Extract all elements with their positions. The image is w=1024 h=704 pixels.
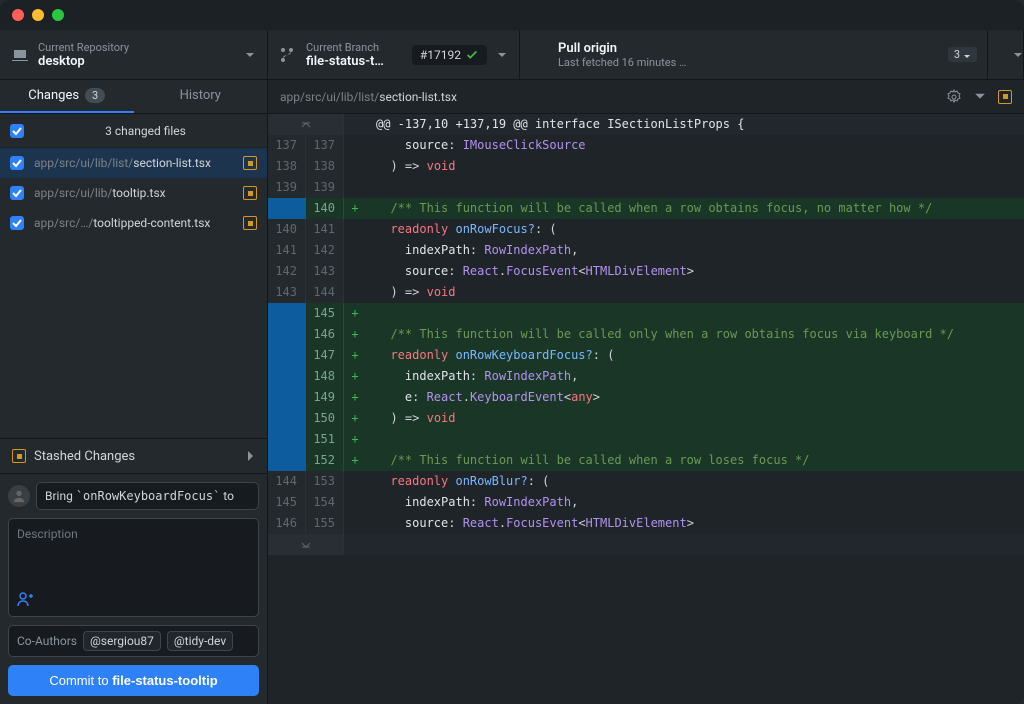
- tab-changes[interactable]: Changes 3: [0, 80, 134, 113]
- diff-line[interactable]: 145154 indexPath: RowIndexPath,: [268, 492, 1024, 513]
- file-path: app/src/…/tooltipped-content.tsx: [34, 216, 237, 230]
- diff-line[interactable]: 147+ readonly onRowKeyboardFocus?: (: [268, 345, 1024, 366]
- select-all-checkbox[interactable]: [10, 124, 24, 138]
- window-close-icon[interactable]: [12, 9, 24, 21]
- titlebar[interactable]: [0, 0, 1024, 30]
- file-row[interactable]: app/src/ui/lib/tooltip.tsx: [0, 178, 267, 208]
- branch-name: file-status-t…: [306, 54, 402, 69]
- fetch-label: Pull origin: [558, 41, 938, 56]
- diff-line[interactable]: 143144 ) => void: [268, 282, 1024, 303]
- files-header: 3 changed files: [0, 114, 267, 148]
- diff-line[interactable]: 137137 source: IMouseClickSource: [268, 135, 1024, 156]
- stashed-label: Stashed Changes: [34, 449, 135, 464]
- check-icon: [465, 48, 479, 62]
- arrow-down-icon: [963, 51, 971, 59]
- tab-history[interactable]: History: [134, 80, 268, 113]
- pr-number: #17192: [420, 48, 461, 62]
- files-count-label: 3 changed files: [34, 124, 257, 138]
- file-checkbox[interactable]: [10, 216, 24, 230]
- commit-button[interactable]: Commit to file-status-tooltip: [8, 665, 259, 696]
- fetch-button[interactable]: Pull origin Last fetched 16 minutes … 3: [520, 30, 1024, 79]
- expand-up-icon[interactable]: [268, 114, 344, 135]
- diff-line[interactable]: 139139: [268, 177, 1024, 198]
- diff-line[interactable]: 141142 indexPath: RowIndexPath,: [268, 240, 1024, 261]
- diff-line[interactable]: 144153 readonly onRowBlur?: (: [268, 471, 1024, 492]
- diff-line[interactable]: 152+ /** This function will be called wh…: [268, 450, 1024, 471]
- git-branch-icon: [280, 47, 296, 63]
- repo-label: Current Repository: [38, 41, 235, 54]
- modified-status-icon: [243, 156, 257, 170]
- fetch-sub: Last fetched 16 minutes …: [558, 56, 938, 69]
- commit-form: Bring `onRowKeyboardFocus` to Descriptio…: [0, 474, 267, 704]
- diff-line[interactable]: 140141 readonly onRowFocus?: (: [268, 219, 1024, 240]
- user-icon: [12, 489, 26, 503]
- window-minimize-icon[interactable]: [32, 9, 44, 21]
- diff-line[interactable]: 150+ ) => void: [268, 408, 1024, 429]
- repo-dropdown[interactable]: Current Repository desktop: [0, 30, 268, 79]
- modified-status-icon: [243, 216, 257, 230]
- stashed-changes[interactable]: Stashed Changes: [0, 438, 267, 474]
- diff-line[interactable]: 146+ /** This function will be called on…: [268, 324, 1024, 345]
- modified-status-icon: [998, 90, 1012, 104]
- file-list: app/src/ui/lib/list/section-list.tsx app/…: [0, 148, 267, 238]
- coauthor-handle[interactable]: @tidy-dev: [167, 631, 233, 651]
- file-row[interactable]: app/src/…/tooltipped-content.tsx: [0, 208, 267, 238]
- diff-view[interactable]: @@ -137,10 +137,19 @@ interface ISection…: [268, 114, 1024, 704]
- toolbar: Current Repository desktop Current Branc…: [0, 30, 1024, 80]
- chevron-right-icon: [245, 450, 255, 462]
- tab-changes-count: 3: [85, 88, 105, 103]
- chevron-down-icon: [497, 50, 507, 60]
- pull-down-icon: [532, 47, 548, 63]
- tab-history-label: History: [180, 88, 221, 103]
- fetch-dropdown[interactable]: [987, 30, 1023, 79]
- diff-line[interactable]: 151+: [268, 429, 1024, 450]
- file-row[interactable]: app/src/ui/lib/list/section-list.tsx: [0, 148, 267, 178]
- expand-down-icon[interactable]: [268, 534, 344, 555]
- file-header-dir: app/src/ui/lib/list/: [280, 90, 379, 104]
- sidebar: Changes 3 History 3 changed files app/sr…: [0, 80, 268, 704]
- repo-name: desktop: [38, 54, 235, 69]
- coauthors-row[interactable]: Co-Authors @sergiou87 @tidy-dev: [8, 625, 259, 657]
- diff-line[interactable]: 148+ indexPath: RowIndexPath,: [268, 366, 1024, 387]
- chevron-down-icon[interactable]: [972, 89, 988, 105]
- branch-label: Current Branch: [306, 41, 402, 54]
- diff-line[interactable]: 146155 source: React.FocusEvent<HTMLDivE…: [268, 513, 1024, 534]
- chevron-down-icon: [245, 50, 255, 60]
- summary-input[interactable]: Bring `onRowKeyboardFocus` to: [36, 482, 259, 510]
- gear-icon[interactable]: [946, 89, 962, 105]
- diff-line[interactable]: 138138 ) => void: [268, 156, 1024, 177]
- file-checkbox[interactable]: [10, 186, 24, 200]
- diff-line[interactable]: 145+: [268, 303, 1024, 324]
- coauthors-label: Co-Authors: [17, 634, 77, 648]
- diff-line[interactable]: 149+ e: React.KeyboardEvent<any>: [268, 387, 1024, 408]
- coauthor-handle[interactable]: @sergiou87: [83, 631, 161, 651]
- file-header-name: section-list.tsx: [379, 90, 457, 104]
- description-input[interactable]: Description: [9, 519, 258, 591]
- modified-status-icon: [243, 186, 257, 200]
- diff-expand-down[interactable]: [268, 534, 1024, 555]
- file-path: app/src/ui/lib/list/section-list.tsx: [34, 156, 237, 170]
- branch-dropdown[interactable]: Current Branch file-status-t… #17192: [268, 30, 520, 79]
- diff-line[interactable]: 142143 source: React.FocusEvent<HTMLDivE…: [268, 261, 1024, 282]
- diff-line[interactable]: 140+ /** This function will be called wh…: [268, 198, 1024, 219]
- chevron-down-icon: [1013, 50, 1023, 60]
- pr-badge[interactable]: #17192: [412, 45, 487, 65]
- add-coauthor-button[interactable]: [9, 591, 258, 616]
- window-zoom-icon[interactable]: [52, 9, 64, 21]
- person-add-icon: [17, 591, 33, 607]
- file-checkbox[interactable]: [10, 156, 24, 170]
- file-path: app/src/ui/lib/tooltip.tsx: [34, 186, 237, 200]
- avatar[interactable]: [8, 485, 30, 507]
- diff-line[interactable]: @@ -137,10 +137,19 @@ interface ISection…: [268, 114, 1024, 135]
- stash-icon: [12, 449, 26, 463]
- laptop-icon: [12, 47, 28, 63]
- pull-count-badge: 3: [948, 47, 977, 62]
- tab-changes-label: Changes: [28, 88, 79, 103]
- diff-file-header: app/src/ui/lib/list/section-list.tsx: [268, 80, 1024, 114]
